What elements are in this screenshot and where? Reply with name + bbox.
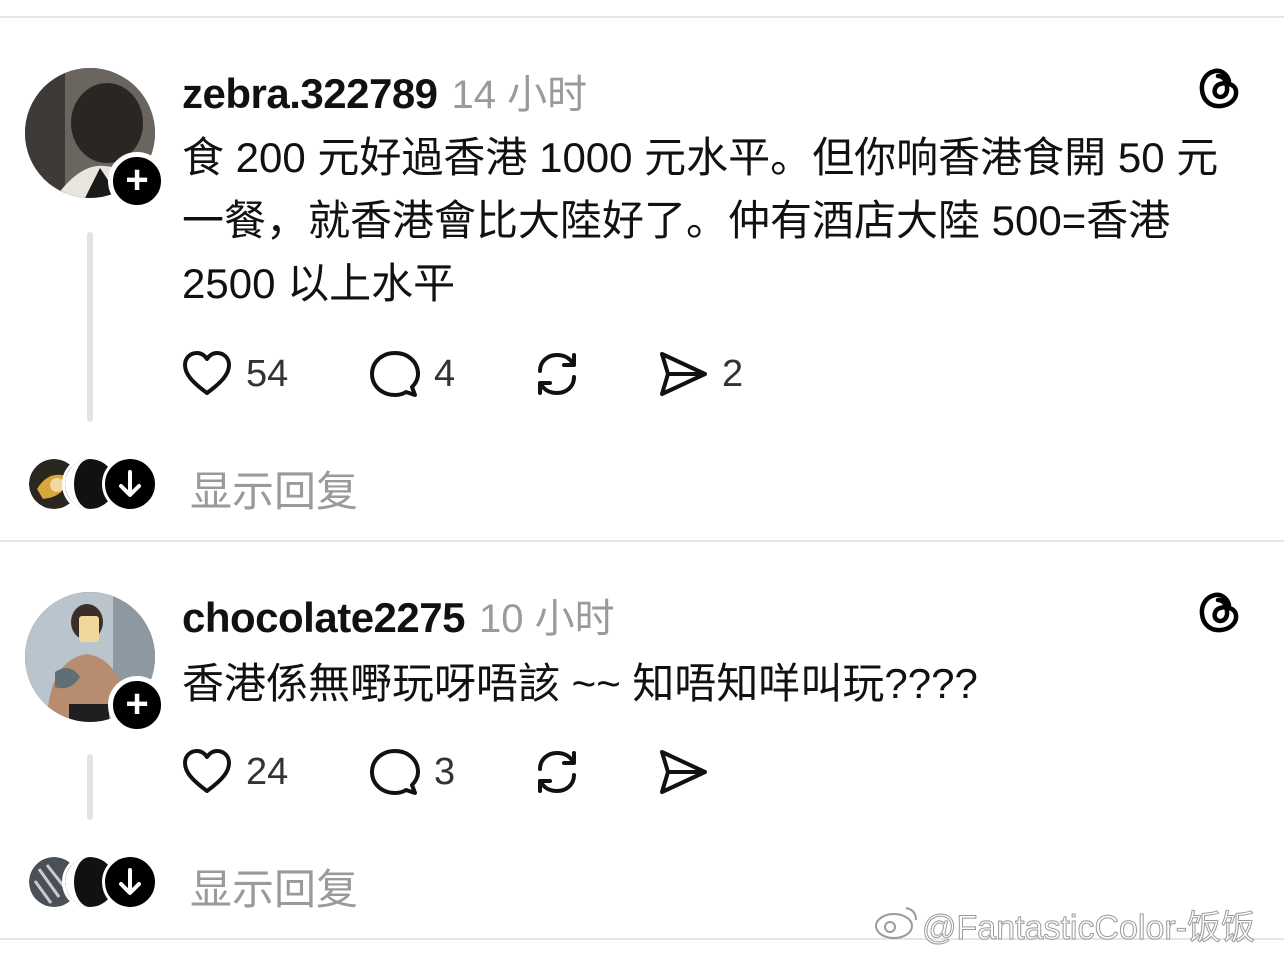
heart-icon <box>183 351 231 395</box>
repost-button[interactable] <box>530 744 584 800</box>
arrow-down-icon <box>119 470 141 497</box>
show-replies-row[interactable]: 显示回复 <box>26 456 426 515</box>
comment-button[interactable]: 3 <box>368 744 455 800</box>
comment-count: 3 <box>434 750 456 793</box>
show-more-avatars <box>102 456 158 512</box>
post-text: 食 200 元好過香港 1000 元水平。但你响香港食開 50 元一餐，就香港會… <box>182 134 1219 307</box>
timestamp: 14 小时 <box>451 73 588 117</box>
comment-bubble-icon <box>370 351 420 397</box>
show-replies-link[interactable]: 显示回复 <box>190 458 358 519</box>
show-more-avatars <box>102 854 158 910</box>
post-divider <box>0 540 1284 542</box>
username[interactable]: chocolate2275 <box>182 594 466 642</box>
comment-button[interactable]: 4 <box>368 346 455 402</box>
send-icon <box>660 750 707 794</box>
post-text: 香港係無嘢玩呀唔該 ~~ 知唔知咩叫玩???? <box>182 660 978 707</box>
plus-icon: + <box>125 682 149 726</box>
repost-icon <box>538 750 576 794</box>
threads-logo-icon[interactable] <box>1196 588 1244 636</box>
plus-icon: + <box>125 158 149 202</box>
thread-line <box>87 232 93 422</box>
like-count: 54 <box>246 352 289 395</box>
post-header: chocolate2275 10 小时 <box>182 586 615 644</box>
top-divider <box>0 16 1284 18</box>
watermark: @FantasticColor-饭饭 <box>921 909 1256 948</box>
threads-logo-icon[interactable] <box>1196 64 1244 112</box>
username[interactable]: zebra.322789 <box>182 70 438 118</box>
arrow-down-icon <box>119 868 141 895</box>
repost-button[interactable] <box>530 346 584 402</box>
send-icon <box>660 352 707 396</box>
share-button[interactable]: 2 <box>656 346 743 402</box>
like-button[interactable]: 24 <box>180 744 288 800</box>
comment-bubble-icon <box>370 749 420 795</box>
follow-button[interactable]: + <box>108 152 166 210</box>
post-header: zebra.322789 14 小时 <box>182 62 587 120</box>
repost-icon <box>538 352 576 396</box>
thread-line <box>87 754 93 820</box>
comment-count: 4 <box>434 352 456 395</box>
share-button[interactable] <box>656 744 710 800</box>
like-button[interactable]: 54 <box>180 346 288 402</box>
like-count: 24 <box>246 750 289 793</box>
show-replies-row[interactable]: 显示回复 <box>26 854 426 913</box>
show-replies-link[interactable]: 显示回复 <box>190 856 358 917</box>
timestamp: 10 小时 <box>479 597 615 641</box>
share-count: 2 <box>722 352 744 395</box>
heart-icon <box>183 749 231 793</box>
follow-button[interactable]: + <box>108 676 166 734</box>
weibo-logo-icon <box>875 907 917 939</box>
